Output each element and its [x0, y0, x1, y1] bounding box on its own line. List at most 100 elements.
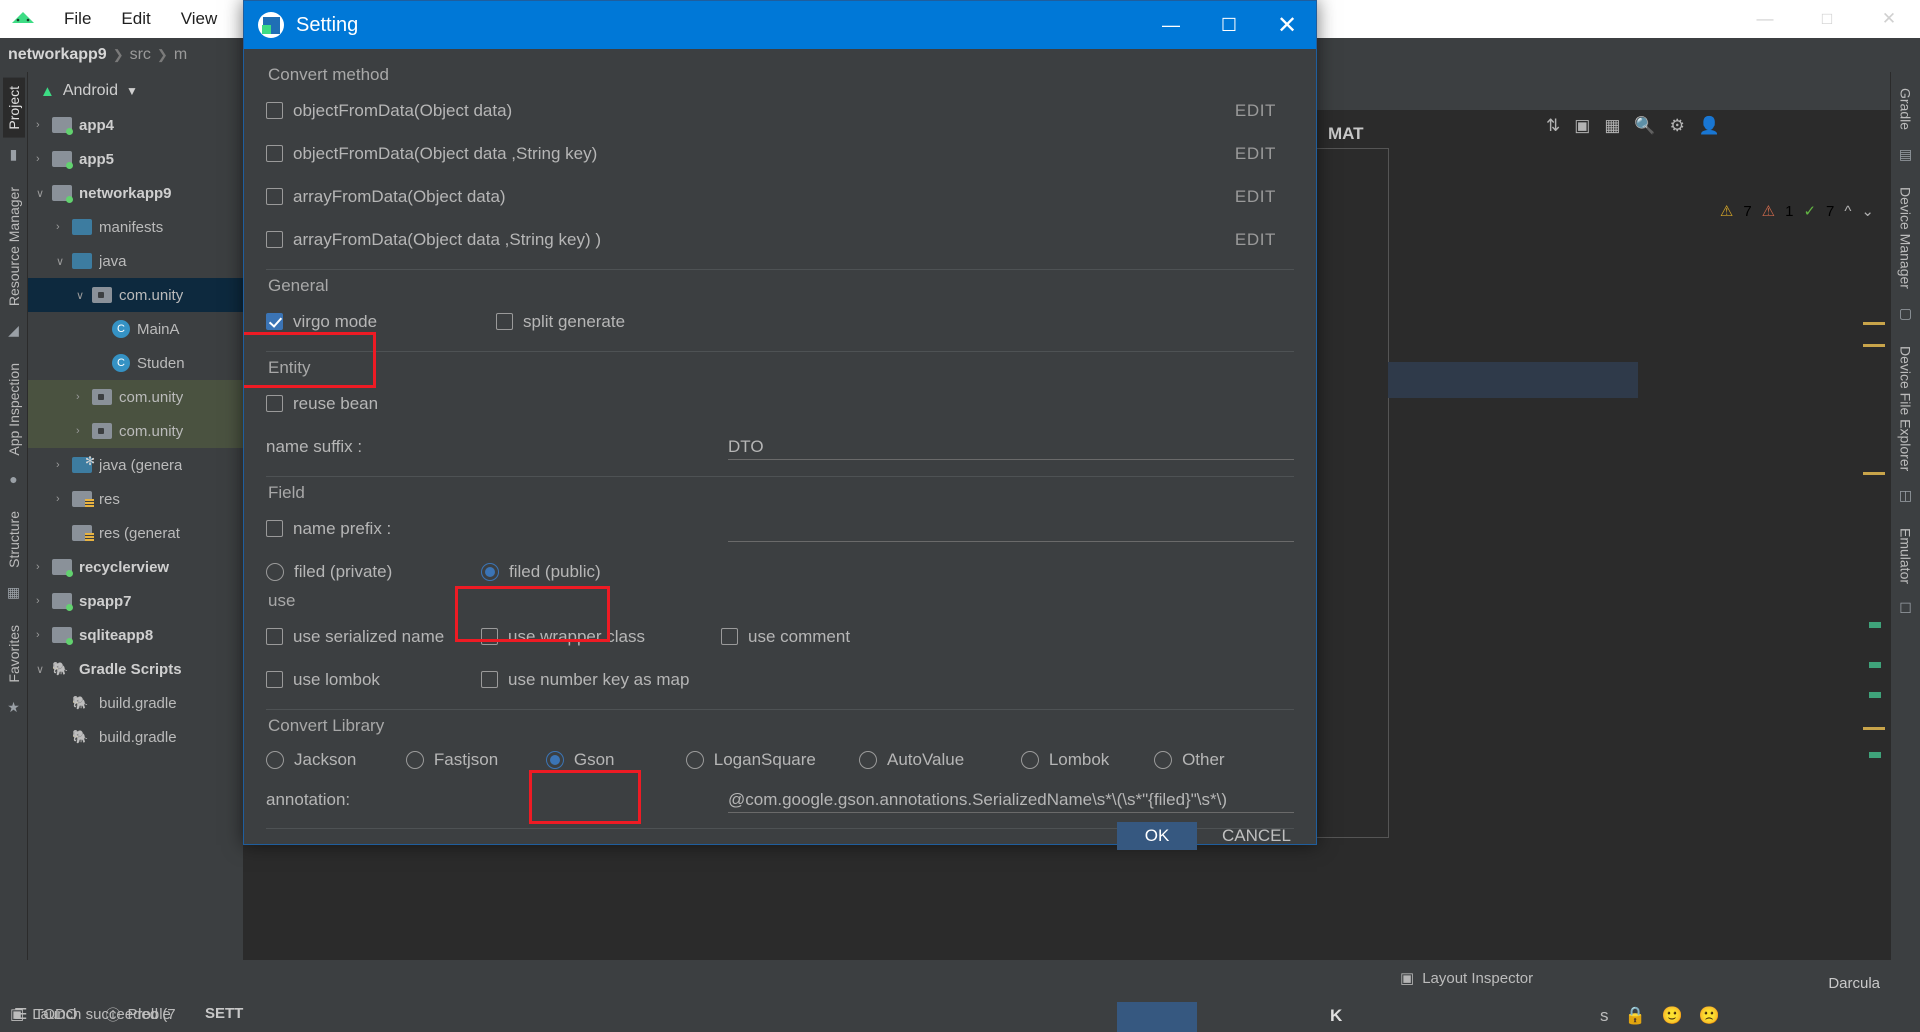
tree-item-com-unity[interactable]: › com.unity [28, 414, 243, 448]
checkbox-use-lombok[interactable] [266, 671, 283, 688]
edit-link-0[interactable]: EDIT [1235, 101, 1276, 121]
chevron-right-icon[interactable]: › [56, 221, 72, 233]
convert-method-row-1[interactable]: objectFromData(Object data ,String key) … [266, 132, 1294, 175]
breadcrumb-item-project[interactable]: networkapp9 [8, 46, 107, 64]
chevron-right-icon[interactable]: › [36, 629, 52, 641]
use-wrapper-class-option[interactable]: use wrapper class [481, 627, 721, 647]
tree-item-res[interactable]: › res [28, 482, 243, 516]
menu-file[interactable]: File [58, 7, 97, 31]
chevron-right-icon[interactable]: › [36, 561, 52, 573]
search-icon[interactable]: 🔍 [1634, 116, 1655, 136]
reuse-bean-row[interactable]: reuse bean [266, 382, 1294, 425]
project-tree-rows[interactable]: › app4 › app5 ∨ networkapp9 › manifests ∨ java ∨ co… [28, 108, 243, 754]
tool-tab-device-file-explorer[interactable]: Device File Explorer [1895, 338, 1917, 479]
chevron-down-icon[interactable]: ∨ [56, 255, 72, 268]
ide-minimize-button[interactable]: — [1734, 0, 1796, 38]
breadcrumb-item-src[interactable]: src [130, 46, 151, 64]
checkbox-object-from-data[interactable] [266, 102, 283, 119]
use-comment-option[interactable]: use comment [721, 627, 936, 647]
convert-method-row-2[interactable]: arrayFromData(Object data) EDIT [266, 175, 1294, 218]
radio-option-autovalue[interactable]: AutoValue [859, 750, 1021, 770]
use-number-key-as-map-option[interactable]: use number key as map [481, 670, 721, 690]
tree-item-java-genera[interactable]: › java (genera [28, 448, 243, 482]
convert-method-row-0[interactable]: objectFromData(Object data) EDIT [266, 89, 1294, 132]
lock-icon[interactable]: 🔒 [1624, 1006, 1645, 1026]
radio-gson[interactable] [545, 751, 564, 769]
tree-item-spapp7[interactable]: › spapp7 [28, 584, 243, 618]
tree-item-com-unity[interactable]: › com.unity [28, 380, 243, 414]
name-prefix-input[interactable] [728, 516, 1294, 542]
theme-selector[interactable]: Darcula [1828, 975, 1880, 992]
settings-ghost-label[interactable]: SETT [205, 1005, 243, 1022]
chevron-right-icon[interactable]: › [36, 595, 52, 607]
gear-icon[interactable]: ⚙ [1670, 116, 1685, 136]
tree-item-gradle-scripts[interactable]: ∨ 🐘 Gradle Scripts [28, 652, 243, 686]
git-branch-icon[interactable]: s [1600, 1006, 1609, 1026]
cancel-button[interactable]: CANCEL [1222, 826, 1291, 846]
radio-option-filed-public[interactable]: filed (public) [481, 562, 696, 582]
checkbox-use-comment[interactable] [721, 628, 738, 645]
checkbox-object-from-data-key[interactable] [266, 145, 283, 162]
avd-manager-icon[interactable]: ▣ [1574, 116, 1590, 136]
radio-option-jackson[interactable]: Jackson [266, 750, 406, 770]
breadcrumb-item-main[interactable]: m [174, 46, 187, 64]
radio-fastjson[interactable] [405, 751, 424, 769]
checkbox-use-wrapper-class[interactable] [481, 628, 498, 645]
profile-icon[interactable]: 👤 [1699, 116, 1720, 136]
chevron-right-icon[interactable]: › [36, 153, 52, 165]
chevron-down-icon[interactable]: ∨ [36, 663, 52, 676]
radio-option-logansquare[interactable]: LoganSquare [685, 750, 859, 770]
tree-item-build-gradle[interactable]: ›🐘build.gradle [28, 720, 243, 754]
radio-lombok[interactable] [1020, 751, 1039, 769]
tool-tab-emulator[interactable]: Emulator [1895, 520, 1917, 592]
dialog-close-button[interactable]: ✕ [1258, 1, 1316, 49]
radio-option-filed-private[interactable]: filed (private) [266, 562, 481, 582]
project-view-selector[interactable]: ▲ Android ▼ [28, 72, 243, 108]
radio-filed-private[interactable] [266, 562, 284, 581]
tool-tab-structure[interactable]: Structure [3, 503, 25, 576]
checkbox-use-number-key-as-map[interactable] [481, 671, 498, 688]
tool-tab-gradle[interactable]: Gradle [1895, 80, 1917, 138]
tree-item-app5[interactable]: › app5 [28, 142, 243, 176]
split-generate-option[interactable]: split generate [496, 312, 711, 332]
layout-inspector-label[interactable]: Layout Inspector [1422, 970, 1533, 987]
dialog-minimize-button[interactable]: — [1142, 1, 1200, 49]
tree-item-app4[interactable]: › app4 [28, 108, 243, 142]
project-tree-panel[interactable]: ▲ Android ▼ › app4 › app5 ∨ networkapp9 › manif… [28, 72, 243, 996]
checkbox-split-generate[interactable] [496, 313, 513, 330]
ok-button[interactable]: OK [1117, 822, 1197, 850]
chevron-right-icon[interactable]: › [76, 391, 92, 403]
frown-icon[interactable]: 🙁 [1699, 1006, 1720, 1026]
convert-method-row-3[interactable]: arrayFromData(Object data ,String key) )… [266, 218, 1294, 261]
edit-link-2[interactable]: EDIT [1235, 187, 1276, 207]
tree-item-manifests[interactable]: › manifests [28, 210, 243, 244]
menu-edit[interactable]: Edit [115, 7, 156, 31]
edit-link-3[interactable]: EDIT [1235, 230, 1276, 250]
radio-other[interactable] [1154, 751, 1173, 769]
ide-maximize-button[interactable]: □ [1796, 0, 1858, 38]
radio-option-lombok[interactable]: Lombok [1020, 750, 1154, 770]
tree-item-java[interactable]: ∨ java [28, 244, 243, 278]
radio-option-other[interactable]: Other [1154, 750, 1294, 770]
virgo-mode-option[interactable]: virgo mode [261, 308, 496, 337]
tree-item-res-generat[interactable]: ›res (generat [28, 516, 243, 550]
chevron-up-icon[interactable]: ^ [1844, 203, 1851, 220]
chevron-right-icon[interactable]: › [56, 493, 72, 505]
tool-tab-resource-manager[interactable]: Resource Manager [3, 179, 25, 314]
checkbox-virgo-mode[interactable] [261, 308, 290, 337]
gradle-sync-icon[interactable]: ⇅ [1546, 116, 1560, 136]
dialog-maximize-button[interactable]: ☐ [1200, 1, 1258, 49]
chevron-down-icon[interactable]: ⌄ [1861, 202, 1874, 220]
use-serialized-name-option[interactable]: use serialized name [266, 627, 481, 647]
chevron-down-icon[interactable]: ∨ [76, 289, 92, 302]
radio-jackson[interactable] [266, 751, 284, 769]
tree-item-studen[interactable]: ›CStuden [28, 346, 243, 380]
use-lombok-option[interactable]: use lombok [266, 670, 481, 690]
menu-view[interactable]: View [175, 7, 224, 31]
ok-button-ghost[interactable] [1117, 1002, 1197, 1032]
tree-item-com-unity[interactable]: ∨ com.unity [28, 278, 243, 312]
tree-item-maina[interactable]: ›CMainA [28, 312, 243, 346]
checkbox-use-serialized-name[interactable] [266, 628, 283, 645]
radio-option-fastjson[interactable]: Fastjson [405, 750, 546, 770]
radio-filed-public[interactable] [481, 562, 499, 581]
